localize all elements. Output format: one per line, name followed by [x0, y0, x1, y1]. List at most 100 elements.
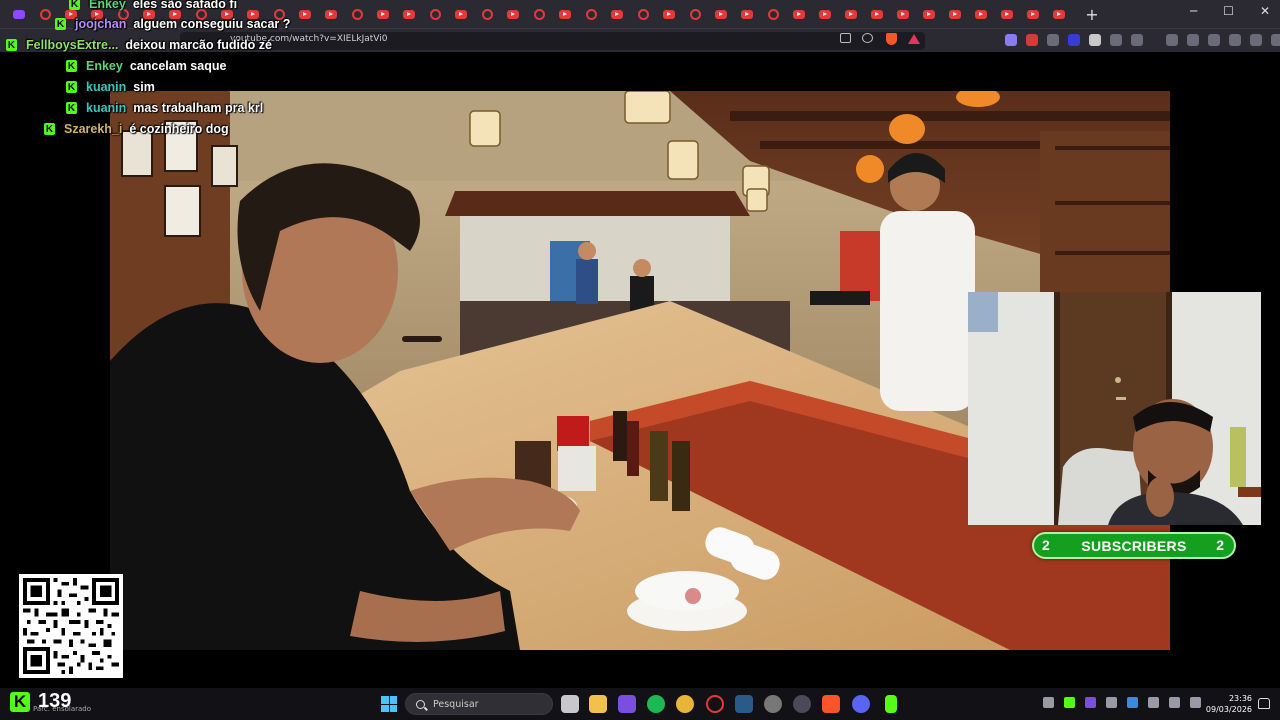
browser-tab[interactable] [708, 3, 734, 25]
browser-tab[interactable] [552, 3, 578, 25]
menu-icon[interactable] [1271, 34, 1280, 46]
chat-message: K FellboysExtre... deixou marcão fudido … [6, 35, 272, 55]
windows-start-icon[interactable] [381, 696, 397, 712]
bluetooth-icon[interactable] [1127, 697, 1138, 708]
search-placeholder[interactable]: Pesquisar [433, 699, 479, 710]
network-icon[interactable] [1169, 697, 1180, 708]
browser-tab[interactable] [448, 3, 474, 25]
browser-tab[interactable] [604, 3, 630, 25]
browser-tab[interactable] [1020, 3, 1046, 25]
close-button[interactable]: ✕ [1260, 4, 1270, 18]
cast-icon[interactable] [840, 33, 851, 43]
app-grid-icon[interactable] [618, 695, 636, 713]
task-view-icon[interactable] [561, 695, 579, 713]
extension-icon[interactable] [1089, 34, 1101, 46]
browser-tab[interactable] [838, 3, 864, 25]
youtube-icon [741, 9, 753, 19]
app-icon[interactable] [793, 695, 811, 713]
chevron-up-icon[interactable] [1043, 697, 1054, 708]
browser-tab[interactable] [734, 3, 760, 25]
browser-tab[interactable] [994, 3, 1020, 25]
kick-studio-icon[interactable] [885, 695, 897, 713]
screenshot-icon[interactable] [1131, 34, 1143, 46]
vpn-icon[interactable] [1250, 34, 1262, 46]
browser-tab[interactable] [760, 3, 786, 25]
browser-tab[interactable] [500, 3, 526, 25]
twitch-tab[interactable] [6, 3, 32, 25]
browser-tab[interactable] [344, 3, 370, 25]
brave-shield-icon[interactable] [886, 33, 897, 45]
browser-tab[interactable] [630, 3, 656, 25]
chat-username[interactable]: joojchan [75, 17, 126, 31]
browser-tab[interactable] [370, 3, 396, 25]
chrome-icon[interactable] [676, 695, 694, 713]
extensions-puzzle-icon[interactable] [1110, 34, 1122, 46]
viewer-count-widget: K 139 [10, 690, 71, 713]
brave-icon[interactable] [822, 695, 840, 713]
chat-username[interactable]: FellboysExtre... [26, 38, 118, 52]
browser-tab[interactable] [942, 3, 968, 25]
taskbar-search[interactable]: Pesquisar [405, 693, 553, 715]
opera-icon [689, 8, 701, 20]
browser-tab[interactable] [578, 3, 604, 25]
wallet-icon[interactable] [1208, 34, 1220, 46]
kick-badge-icon: K [55, 18, 66, 30]
discord-icon[interactable] [852, 695, 870, 713]
tray-app-icon[interactable] [1085, 697, 1096, 708]
extension-icon[interactable] [1026, 34, 1038, 46]
brave-rewards-icon[interactable] [908, 34, 920, 44]
browser-tab[interactable] [526, 3, 552, 25]
chat-username[interactable]: Enkey [89, 0, 126, 11]
new-tab-button[interactable]: + [1080, 5, 1104, 24]
webcam-frame [968, 292, 1261, 525]
extension-icon[interactable] [1047, 34, 1059, 46]
browser-tab[interactable] [1046, 3, 1072, 25]
minimize-button[interactable]: ─ [1190, 4, 1197, 18]
media-icon[interactable] [1166, 34, 1178, 46]
chat-username[interactable]: Szarekh_i [64, 122, 122, 136]
youtube-icon [377, 9, 389, 19]
browser-tab[interactable] [890, 3, 916, 25]
browser-tab[interactable] [656, 3, 682, 25]
youtube-icon [325, 9, 337, 19]
browser-tab[interactable] [396, 3, 422, 25]
system-tray [1043, 697, 1201, 708]
maximize-button[interactable]: ☐ [1223, 4, 1234, 18]
browser-tab[interactable] [682, 3, 708, 25]
browser-tab[interactable] [318, 3, 344, 25]
chat-username[interactable]: kuanin [86, 80, 126, 94]
microphone-icon[interactable] [1148, 697, 1159, 708]
subscribers-count-right: 2 [1216, 537, 1224, 553]
qr-code [19, 574, 123, 678]
address-bar[interactable]: youtube.com/watch?v=XIELkJatVi0 [180, 32, 925, 50]
tray-app-icon[interactable] [1064, 697, 1075, 708]
youtube-icon [663, 9, 675, 19]
obs-icon[interactable] [764, 695, 782, 713]
stream-screen: + ─ ☐ ✕ youtube.com/watch?v=XIELkJatVi0 [0, 0, 1280, 720]
leo-ai-icon[interactable] [1229, 34, 1241, 46]
opera-gx-icon[interactable] [706, 695, 724, 713]
chat-username[interactable]: Enkey [86, 59, 123, 73]
extension-icon[interactable] [1005, 34, 1017, 46]
browser-tab[interactable] [474, 3, 500, 25]
browser-tab[interactable] [812, 3, 838, 25]
speaker-icon[interactable] [1190, 697, 1201, 708]
opera-icon [39, 8, 51, 20]
browser-tab[interactable] [786, 3, 812, 25]
browser-tab[interactable] [292, 3, 318, 25]
clock[interactable]: 23:36 09/03/2026 [1206, 693, 1252, 715]
share-icon[interactable] [862, 33, 873, 43]
sidebar-icon[interactable] [1187, 34, 1199, 46]
tray-app-icon[interactable] [1106, 697, 1117, 708]
chat-username[interactable]: kuanin [86, 101, 126, 115]
browser-tab[interactable] [916, 3, 942, 25]
file-explorer-icon[interactable] [589, 695, 607, 713]
browser-tab[interactable] [422, 3, 448, 25]
steam-icon[interactable] [735, 695, 753, 713]
extension-icon[interactable] [1068, 34, 1080, 46]
browser-tab[interactable] [864, 3, 890, 25]
browser-tab[interactable] [968, 3, 994, 25]
spotify-icon[interactable] [647, 695, 665, 713]
notification-bell-icon[interactable] [1258, 698, 1270, 709]
youtube-icon [923, 9, 935, 19]
